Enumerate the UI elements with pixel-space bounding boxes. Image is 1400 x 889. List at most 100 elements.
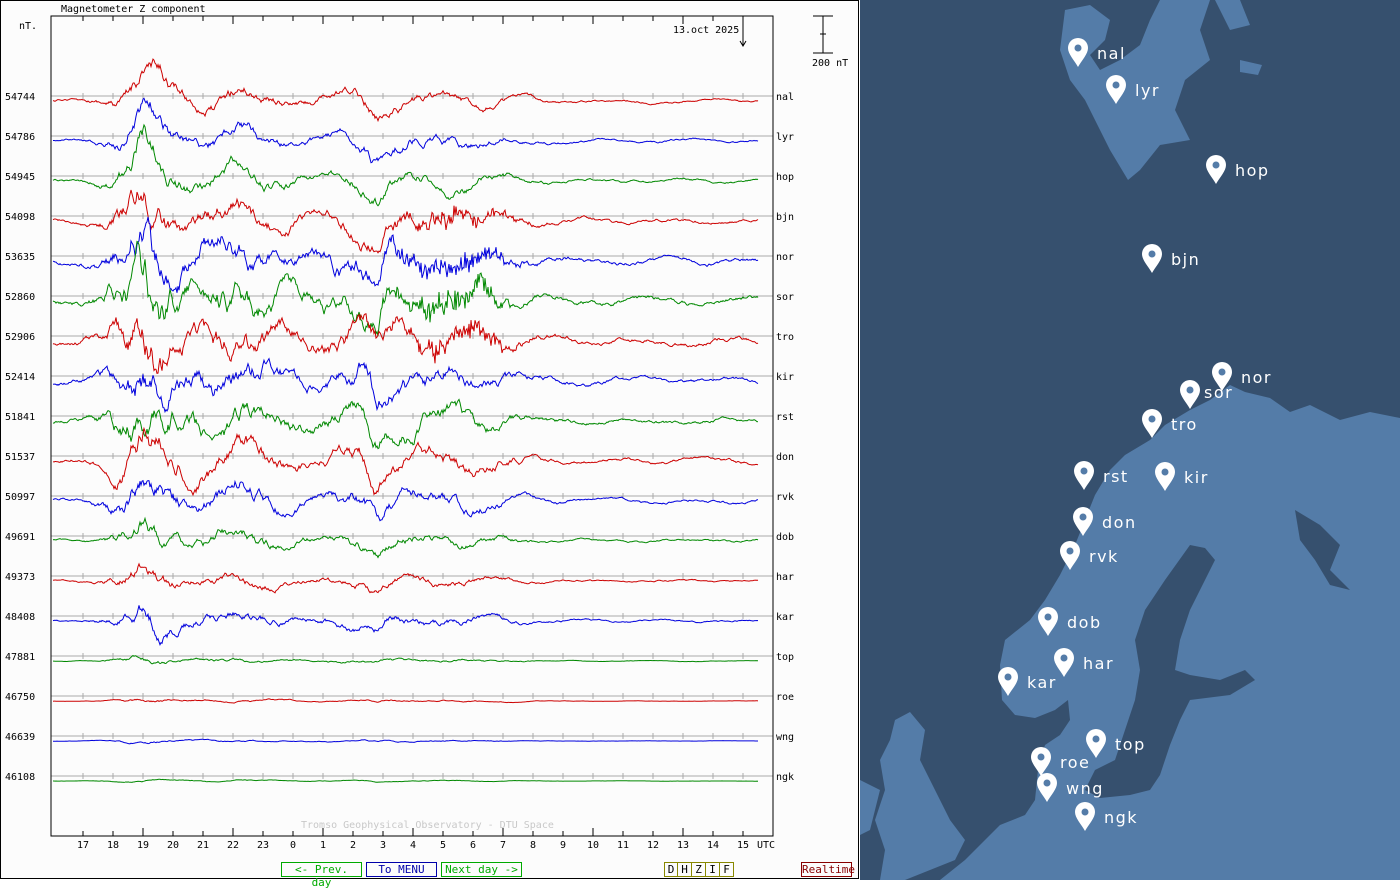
baseline-value-nor: 53635 [5,252,35,263]
station-pin-label: wng [1066,779,1104,798]
baseline-value-wng: 46639 [5,732,35,743]
station-label-nal: nal [776,92,794,103]
station-label-tro: tro [776,332,794,343]
x-tick-label: 10 [587,840,599,851]
magnetometer-plot-panel: Magnetometer Z component nT. 13.oct 2025 Tr… [0,0,859,889]
baseline-value-kir: 52414 [5,372,35,383]
component-button-i[interactable]: I [706,862,720,877]
baseline-value-rst: 51841 [5,412,35,423]
station-pin-label: sor [1204,383,1233,402]
station-label-lyr: lyr [776,132,794,143]
x-tick-label: 12 [647,840,659,851]
x-tick-label: 17 [77,840,89,851]
map-pin-hole [1218,368,1226,376]
x-tick-label: 0 [290,840,296,851]
map-pin-hole [1074,44,1082,52]
baseline-value-ngk: 46108 [5,772,35,783]
trace-har [52,562,759,594]
map-pin-hole [1004,673,1012,681]
baseline-value-tro: 52906 [5,332,35,343]
x-tick-label: 23 [257,840,269,851]
station-label-nor: nor [776,252,794,263]
station-pin-label: har [1083,654,1114,673]
station-label-sor: sor [776,292,794,303]
station-pin-label: nal [1097,44,1126,63]
trace-lyr [53,97,759,164]
station-pin-label: rvk [1089,547,1119,566]
trace-ngk [53,778,759,783]
x-tick-label: 5 [440,840,446,851]
x-tick-label: 8 [530,840,536,851]
station-label-rst: rst [776,412,794,423]
station-pin-label: lyr [1135,81,1160,100]
component-button-d[interactable]: D [664,862,678,877]
trace-dob [52,516,759,559]
baseline-value-dob: 49691 [5,532,35,543]
trace-kar [52,605,759,647]
station-label-dob: dob [776,532,794,543]
prev-day-button[interactable]: <- Prev. day [281,862,362,889]
map-pin-hole [1081,808,1089,816]
map-pin-hole [1112,81,1120,89]
station-pin-label: dob [1067,613,1102,632]
station-label-wng: wng [776,732,794,743]
trace-hop [52,123,759,207]
realtime-button[interactable]: Realtime [801,862,855,877]
x-tick-label: 3 [380,840,386,851]
station-pin-label: rst [1103,467,1129,486]
baseline-value-top: 47881 [5,652,35,663]
station-pin-label: top [1115,735,1146,754]
component-selector: DHZIF [664,862,734,877]
map-pin-hole [1044,613,1052,621]
map-pin-hole [1066,547,1074,555]
map-pin-hole [1212,161,1220,169]
scale-bar [813,15,833,54]
x-tick-label: 13 [677,840,689,851]
trace-don [52,426,759,497]
trace-rvk [52,479,758,522]
magnetometer-chart: Magnetometer Z component nT. 13.oct 2025 Tr… [5,4,848,851]
plot-frame [50,15,774,837]
baseline-value-sor: 52860 [5,292,35,303]
y-unit-label: nT. [19,21,37,32]
component-button-z[interactable]: Z [692,862,706,877]
x-tick-label: 15 [737,840,749,851]
scale-label: 200 nT [812,58,848,69]
x-tick-label: 20 [167,840,179,851]
baseline-value-kar: 48408 [5,612,35,623]
component-button-h[interactable]: H [678,862,692,877]
baseline-value-lyr: 54786 [5,132,35,143]
map-pin-hole [1079,513,1087,521]
station-pin-label: tro [1171,415,1198,434]
chart-title: Magnetometer Z component [61,4,206,15]
baseline-value-nal: 54744 [5,92,35,103]
station-label-top: top [776,652,794,663]
station-label-hop: hop [776,172,794,183]
station-pin-label: bjn [1171,250,1200,269]
component-button-f[interactable]: F [720,862,734,877]
station-pin-label: ngk [1104,808,1138,827]
date-label: 13.oct 2025 [673,25,739,36]
station-pin-label: hop [1235,161,1270,180]
x-tick-label: 11 [617,840,629,851]
menu-button[interactable]: To MENU [366,862,437,877]
map-pin-hole [1043,779,1051,787]
station-pin-label: don [1102,513,1137,532]
map-pin-hole [1080,467,1088,475]
baseline-value-roe: 46750 [5,692,35,703]
x-tick-label: 19 [137,840,149,851]
map-pin-hole [1161,468,1169,476]
station-pin-label: nor [1241,368,1272,387]
x-tick-label: 6 [470,840,476,851]
station-label-ngk: ngk [776,772,794,783]
map-pin-hole [1148,415,1156,423]
trace-tro [52,313,759,375]
x-tick-label: 4 [410,840,416,851]
baseline-value-hop: 54945 [5,172,35,183]
x-tick-label: 22 [227,840,239,851]
trace-wng [53,738,758,745]
map-pin-hole [1092,735,1100,743]
x-tick-label: 7 [500,840,506,851]
station-label-har: har [776,572,794,583]
next-day-button[interactable]: Next day -> [441,862,522,877]
